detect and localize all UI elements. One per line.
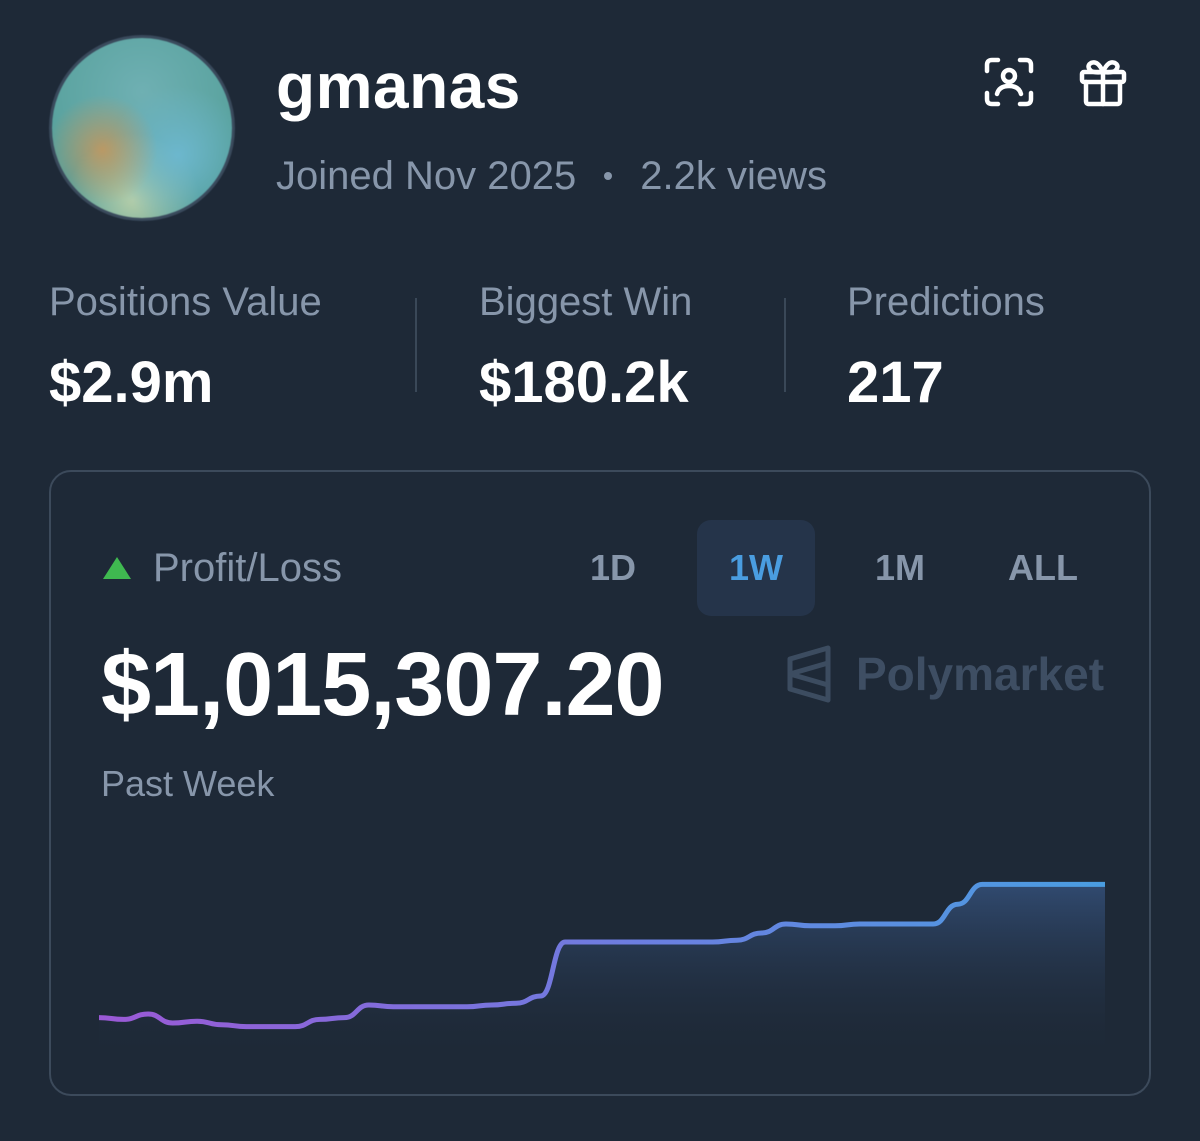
period-label: Past Week — [101, 763, 275, 804]
polymarket-logo-icon — [787, 645, 831, 703]
stat-value: $180.2k — [479, 350, 689, 415]
stat-biggest-win: Biggest Win $180.2k — [479, 278, 692, 418]
stat-value: $2.9m — [49, 350, 214, 415]
stat-label: Biggest Win — [479, 280, 693, 324]
brand-watermark: Polymarket — [784, 644, 1104, 704]
joined-date: Joined Nov 2025 — [276, 154, 577, 198]
stat-predictions: Predictions 217 — [847, 278, 1045, 418]
stat-divider — [784, 298, 786, 392]
tab-1m[interactable]: 1M — [839, 520, 961, 616]
gift-icon — [1079, 60, 1127, 107]
brand-name: Polymarket — [856, 648, 1105, 700]
pnl-card: Profit/Loss 1D 1W 1M ALL $1,015,307.20 P… — [49, 470, 1151, 1096]
view-count: 2.2k views — [640, 154, 827, 198]
stat-positions-value: Positions Value $2.9m — [49, 278, 322, 418]
stat-value: 217 — [847, 350, 944, 415]
separator-dot — [604, 172, 613, 180]
face-scan-button[interactable] — [982, 55, 1036, 109]
pnl-label: Profit/Loss — [153, 546, 342, 590]
tab-1w[interactable]: 1W — [697, 520, 815, 616]
face-scan-icon — [984, 57, 1034, 107]
gift-button[interactable] — [1076, 55, 1130, 109]
tab-1d[interactable]: 1D — [551, 520, 675, 616]
triangle-up-icon — [103, 557, 131, 579]
pnl-value: $1,015,307.20 — [101, 635, 665, 735]
stat-divider — [415, 298, 417, 392]
profile-page: gmanas Joined Nov 2025 2.2k views Positi… — [0, 0, 1200, 1141]
pnl-header: Profit/Loss — [103, 544, 342, 592]
tab-all[interactable]: ALL — [981, 520, 1105, 616]
username: gmanas — [276, 50, 521, 122]
pnl-chart — [99, 881, 1105, 1052]
stat-label: Positions Value — [49, 280, 322, 324]
stats-row: Positions Value $2.9m Biggest Win $180.2… — [49, 278, 1151, 415]
profile-meta: Joined Nov 2025 2.2k views — [276, 152, 827, 200]
avatar[interactable] — [49, 35, 235, 221]
stat-label: Predictions — [847, 280, 1045, 324]
